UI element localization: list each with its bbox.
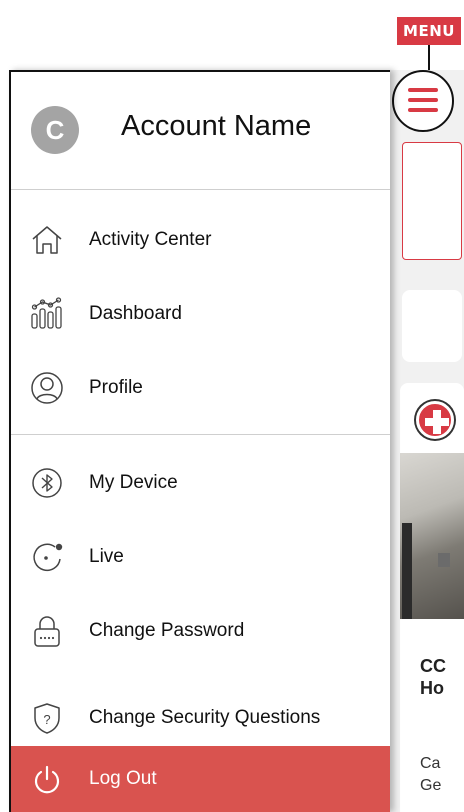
logout-label: Log Out — [89, 768, 157, 789]
menu-item-profile[interactable]: Profile — [11, 358, 390, 418]
menu-item-label: Dashboard — [89, 303, 182, 324]
menu-item-label: Change Password — [89, 620, 245, 641]
menu-callout-label: MENU — [397, 17, 461, 45]
menu-item-change-security-questions[interactable]: ? Change Security Questions — [11, 688, 390, 748]
background-card — [402, 142, 462, 260]
background-photo — [400, 453, 464, 619]
menu-item-live[interactable]: Live — [11, 527, 390, 587]
menu-item-dashboard[interactable]: Dashboard — [11, 284, 390, 344]
dashboard-icon — [31, 297, 62, 329]
logout-button[interactable]: Log Out — [11, 746, 390, 812]
menu-item-activity-center[interactable]: Activity Center — [11, 210, 390, 270]
bluetooth-icon — [32, 468, 62, 498]
callout-line — [428, 45, 430, 70]
menu-item-change-password[interactable]: Change Password — [11, 601, 390, 661]
profile-icon — [31, 372, 63, 404]
navigation-drawer: C Account Name Activity Center Dashboard… — [9, 70, 390, 812]
photo-panel — [438, 553, 450, 567]
menu-item-label: Activity Center — [89, 229, 212, 250]
shield-question-icon: ? — [34, 703, 60, 734]
home-icon — [32, 226, 62, 254]
background-news-card: CC Ho Ca Ge — [400, 383, 464, 812]
lock-icon — [34, 616, 60, 647]
menu-item-label: Profile — [89, 377, 143, 398]
svg-text:?: ? — [43, 712, 50, 727]
red-cross-logo-icon — [416, 401, 454, 439]
menu-item-label: Live — [89, 546, 124, 567]
background-body-text: Ca Ge — [420, 755, 442, 794]
avatar: C — [31, 106, 79, 154]
live-icon — [33, 543, 63, 572]
menu-item-label: My Device — [89, 472, 178, 493]
photo-door — [402, 523, 412, 619]
background-app: CC Ho Ca Ge — [390, 70, 464, 812]
menu-divider — [11, 434, 390, 435]
menu-item-label: Change Security Questions — [89, 707, 321, 728]
background-headline: CC Ho — [420, 656, 446, 698]
background-card — [402, 290, 462, 362]
account-header[interactable]: C Account Name — [11, 72, 390, 190]
menu-item-my-device[interactable]: My Device — [11, 453, 390, 513]
hamburger-menu-icon[interactable] — [408, 88, 438, 112]
power-icon — [34, 765, 60, 794]
account-name: Account Name — [121, 110, 312, 142]
